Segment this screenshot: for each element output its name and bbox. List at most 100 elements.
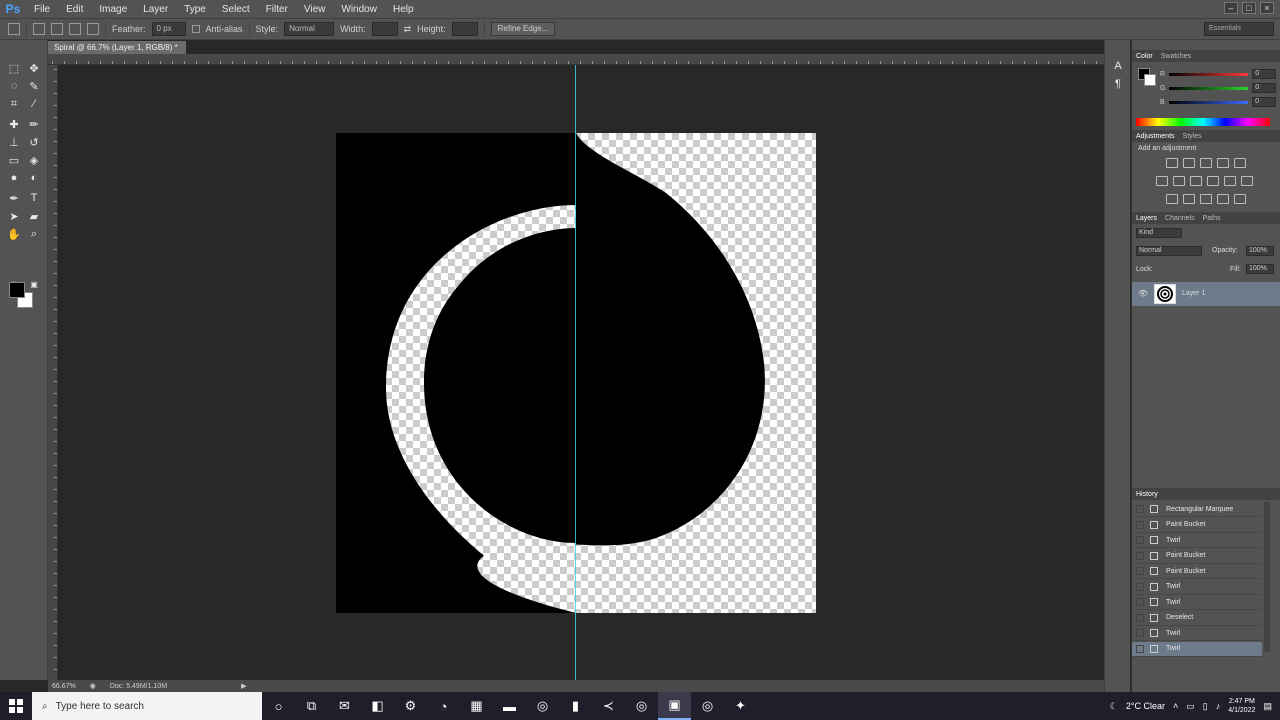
history-item[interactable]: Paint Bucket xyxy=(1132,564,1262,579)
chrome-alt-icon[interactable]: ◎ xyxy=(691,692,724,720)
quick-select-tool-icon[interactable]: ✎ xyxy=(26,78,42,94)
vertical-ruler[interactable] xyxy=(48,65,58,680)
horizontal-ruler[interactable] xyxy=(48,55,1104,65)
gradient-map-icon[interactable] xyxy=(1217,194,1229,204)
battery-icon[interactable]: ▯ xyxy=(1203,701,1208,712)
height-input[interactable] xyxy=(451,22,478,36)
quick-mask-icon[interactable]: ▣ xyxy=(26,276,42,292)
lasso-tool-icon[interactable]: ◌ xyxy=(6,78,22,94)
swap-icon[interactable]: ⇄ xyxy=(404,24,412,35)
tab-swatches[interactable]: Swatches xyxy=(1161,53,1191,60)
tab-paths[interactable]: Paths xyxy=(1203,215,1221,222)
layer-thumbnail[interactable] xyxy=(1154,284,1176,304)
type-tool-icon[interactable]: T xyxy=(26,190,42,206)
history-snapshot-box[interactable] xyxy=(1136,520,1144,529)
healing-tool-icon[interactable]: ✚ xyxy=(6,116,22,132)
taskbar-search[interactable]: ⌕ Type here to search xyxy=(32,692,262,720)
vibrance-icon[interactable] xyxy=(1234,158,1246,168)
blur-tool-icon[interactable]: ● xyxy=(6,170,22,186)
eyedropper-tool-icon[interactable]: ⁄ xyxy=(26,96,42,112)
vertical-guide[interactable] xyxy=(575,65,576,680)
maximize-button[interactable]: □ xyxy=(1242,2,1256,14)
history-item[interactable]: Deselect xyxy=(1132,611,1262,626)
threshold-icon[interactable] xyxy=(1200,194,1212,204)
close-button[interactable]: × xyxy=(1260,2,1274,14)
b-value[interactable]: 0 xyxy=(1252,97,1276,107)
dodge-tool-icon[interactable]: ◐ xyxy=(26,170,42,186)
g-value[interactable]: 0 xyxy=(1252,83,1276,93)
history-item[interactable]: Twirl xyxy=(1132,626,1262,641)
r-track[interactable] xyxy=(1169,72,1249,76)
style-select[interactable]: Normal xyxy=(284,22,335,36)
notification-icon[interactable]: ▤ xyxy=(1263,701,1272,712)
clock[interactable]: 2:47 PM 4/1/2022 xyxy=(1228,697,1255,715)
layer-row[interactable]: 👁 Layer 1 xyxy=(1132,282,1280,306)
color-slider-r[interactable]: R 0 xyxy=(1160,68,1276,80)
feather-input[interactable]: 0 px xyxy=(151,22,186,36)
info-icon[interactable]: ◉ xyxy=(90,682,96,690)
menu-help[interactable]: Help xyxy=(385,4,422,15)
history-snapshot-box[interactable] xyxy=(1136,567,1144,575)
edge-icon[interactable]: ◔ xyxy=(427,692,460,720)
history-snapshot-box[interactable] xyxy=(1136,582,1144,591)
start-button[interactable] xyxy=(0,692,32,720)
move-tool-icon[interactable]: ✥ xyxy=(26,60,42,76)
chrome-icon[interactable]: ◎ xyxy=(526,692,559,720)
tab-layers[interactable]: Layers xyxy=(1136,215,1157,222)
foreground-color-swatch[interactable] xyxy=(9,282,25,298)
menu-image[interactable]: Image xyxy=(91,4,135,15)
paragraph-panel-icon[interactable]: ¶ xyxy=(1110,76,1126,92)
tab-color[interactable]: Color xyxy=(1136,53,1153,60)
history-snapshot-box[interactable] xyxy=(1136,629,1144,637)
brightness-icon[interactable] xyxy=(1166,158,1178,168)
g-track[interactable] xyxy=(1169,86,1249,90)
shape-tool-icon[interactable]: ▰ xyxy=(26,208,42,224)
menu-file[interactable]: File xyxy=(26,4,58,15)
new-selection-icon[interactable] xyxy=(33,23,45,35)
b-track[interactable] xyxy=(1168,100,1249,104)
vscode-icon[interactable]: ≺ xyxy=(592,692,625,720)
brush-tool-icon[interactable]: ✏ xyxy=(26,116,42,132)
history-snapshot-box[interactable] xyxy=(1136,536,1144,544)
history-snapshot-box[interactable] xyxy=(1136,613,1144,622)
selective-color-icon[interactable] xyxy=(1234,194,1246,204)
history-snapshot-box[interactable] xyxy=(1136,505,1144,513)
clone-stamp-tool-icon[interactable]: ⊥ xyxy=(6,134,22,150)
volume-icon[interactable]: ♪ xyxy=(1216,701,1221,711)
file-explorer-icon[interactable]: ▬ xyxy=(493,692,526,720)
network-icon[interactable]: ▭ xyxy=(1186,701,1195,712)
workspace-select[interactable]: Essentials xyxy=(1204,22,1274,36)
r-value[interactable]: 0 xyxy=(1252,69,1276,79)
zoom-readout[interactable]: 66.67% xyxy=(52,683,76,690)
tab-history[interactable]: History xyxy=(1136,491,1158,498)
paint-bucket-tool-icon[interactable]: ◈ xyxy=(26,152,42,168)
color-slider-b[interactable]: B 0 xyxy=(1160,96,1276,108)
marquee-tool-icon[interactable]: ⬚ xyxy=(6,60,22,76)
fill-input[interactable]: 100% xyxy=(1246,264,1274,274)
history-item[interactable]: Twirl xyxy=(1132,641,1262,657)
visibility-eye-icon[interactable]: 👁 xyxy=(1138,289,1148,298)
opacity-input[interactable]: 100% xyxy=(1246,246,1274,256)
menu-type[interactable]: Type xyxy=(176,4,214,15)
app-icon[interactable]: ✦ xyxy=(724,692,757,720)
tab-adjustments[interactable]: Adjustments xyxy=(1136,133,1175,140)
exposure-icon[interactable] xyxy=(1217,158,1229,168)
menu-window[interactable]: Window xyxy=(333,4,385,15)
history-item[interactable]: Twirl xyxy=(1132,533,1262,548)
crop-tool-icon[interactable]: ⌗ xyxy=(6,96,22,112)
office-icon[interactable]: ▮ xyxy=(559,692,592,720)
levels-icon[interactable] xyxy=(1183,158,1195,168)
history-item[interactable]: Twirl xyxy=(1132,580,1262,595)
task-view-icon[interactable]: ⧉ xyxy=(295,692,328,720)
refine-edge-button[interactable]: Refine Edge... xyxy=(490,22,556,36)
blend-mode-select[interactable]: Normal xyxy=(1136,246,1202,256)
menu-edit[interactable]: Edit xyxy=(58,4,91,15)
settings-icon[interactable]: ⚙ xyxy=(394,692,427,720)
path-select-tool-icon[interactable]: ➤ xyxy=(6,208,22,224)
add-selection-icon[interactable] xyxy=(51,23,63,35)
status-arrow-icon[interactable]: ▶ xyxy=(241,682,246,690)
invert-icon[interactable] xyxy=(1166,194,1178,204)
zoom-tool-icon[interactable]: ⌕ xyxy=(26,226,42,242)
posterize-icon[interactable] xyxy=(1183,194,1195,204)
cortana-icon[interactable]: ○ xyxy=(262,692,295,720)
